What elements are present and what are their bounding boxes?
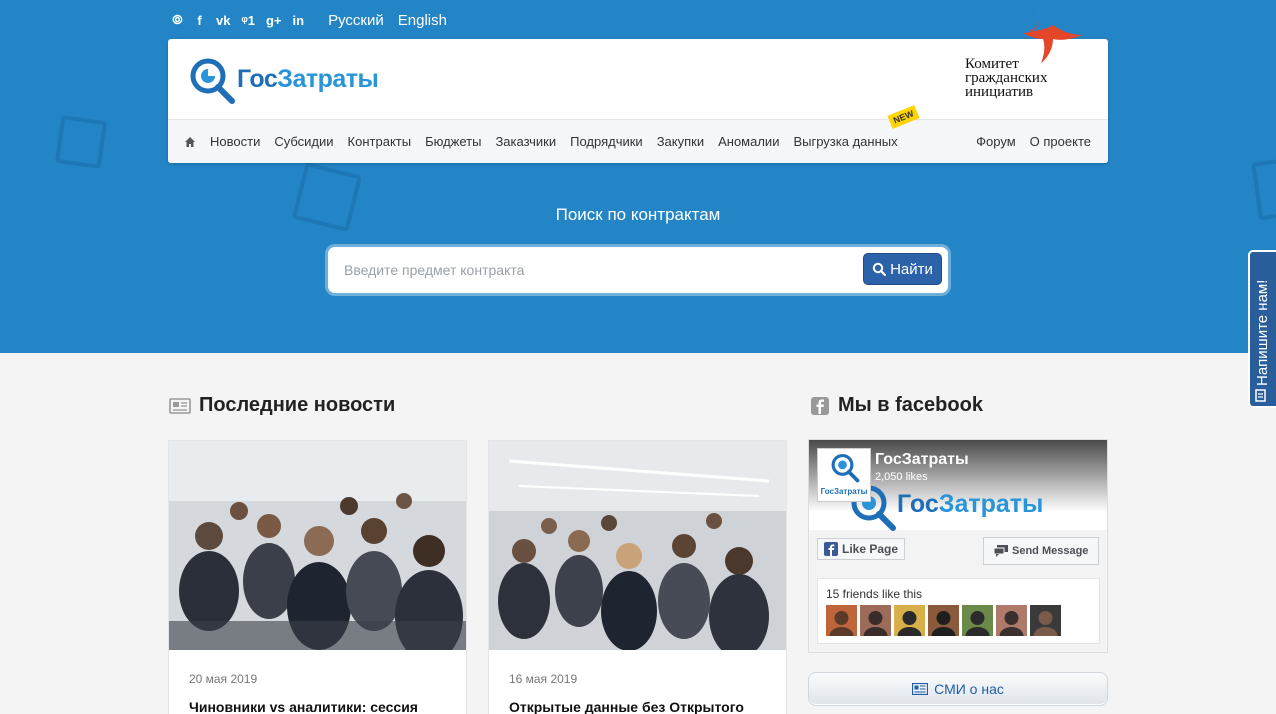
search-button[interactable]: Найти: [863, 253, 942, 285]
partner-line-2: гражданских: [965, 70, 1048, 86]
facebook-icon[interactable]: f: [194, 13, 205, 28]
rss-icon[interactable]: ⦾: [172, 12, 183, 28]
facebook-section-title: Мы в facebook: [810, 394, 983, 417]
social-links: ⦾ f vk ᵠ1 g+ in: [172, 12, 304, 28]
site-logo[interactable]: ГосЗатраты: [188, 57, 398, 105]
facebook-page-name[interactable]: ГосЗатраты: [875, 451, 969, 469]
twitter-icon[interactable]: ᵠ1: [241, 13, 255, 28]
home-icon[interactable]: [184, 136, 196, 148]
facebook-icon: [824, 542, 838, 556]
friend-avatar[interactable]: [928, 605, 959, 636]
search-button-label: Найти: [890, 260, 933, 278]
facebook-friends: 15 friends like this: [817, 578, 1100, 644]
news-card[interactable]: 20 мая 2019 Чиновники vs аналитики: сесс…: [168, 440, 467, 714]
search-icon: [872, 262, 887, 276]
nav-item[interactable]: Заказчики: [495, 134, 556, 149]
facebook-widget: ГосЗатраты ГосЗатраты ГосЗатраты 2,050 l…: [808, 439, 1108, 653]
friend-avatar[interactable]: [962, 605, 993, 636]
background-document-icon: [54, 115, 108, 169]
nav-item[interactable]: Аномалии: [718, 134, 779, 149]
magnifier-logo-icon: [190, 58, 235, 104]
logo-text-part2: Затраты: [277, 65, 379, 93]
cover-logo-part1: Гос: [897, 490, 939, 518]
avatar-logo-text: ГосЗатраты: [820, 487, 868, 496]
feedback-tab[interactable]: Напишите нам!: [1248, 250, 1276, 408]
facebook-likes-count: 2,050 likes: [875, 471, 928, 483]
like-page-label: Like Page: [842, 542, 899, 556]
friend-avatar[interactable]: [894, 605, 925, 636]
nav-items: Новости Субсидии Контракты Бюджеты Заказчики…: [196, 105, 920, 149]
logo-text-part1: Гос: [237, 65, 278, 93]
partner-logo-text: Комитет гражданских инициатив: [965, 56, 1048, 100]
friend-avatar[interactable]: [826, 605, 857, 636]
facebook-section-label: Мы в facebook: [838, 394, 983, 416]
magnifier-logo-icon: [831, 453, 860, 483]
news-section-label: Последние новости: [199, 394, 396, 416]
nav-right-items: Форум О проекте: [962, 134, 1108, 149]
news-photo: [489, 441, 786, 650]
news-date: 20 мая 2019: [189, 672, 258, 686]
nav-item-right[interactable]: О проекте: [1030, 134, 1091, 149]
facebook-page-avatar[interactable]: ГосЗатраты: [817, 448, 871, 502]
send-message-label: Send Message: [1012, 545, 1089, 557]
friend-avatar[interactable]: [860, 605, 891, 636]
friend-avatar[interactable]: [1030, 605, 1061, 636]
partner-line-3: инициатив: [965, 84, 1034, 100]
google-plus-icon[interactable]: g+: [266, 13, 282, 28]
header-card: ГосЗатраты Комитет гражданских инициатив…: [168, 9, 1108, 163]
friend-avatar[interactable]: [996, 605, 1027, 636]
friends-avatars: [826, 605, 1061, 636]
send-message-button[interactable]: Send Message: [983, 537, 1100, 565]
partner-line-1: Комитет: [965, 56, 1019, 72]
new-badge: NEW: [887, 105, 920, 129]
smi-about-us-label: СМИ о нас: [934, 681, 1004, 697]
smi-about-us-button[interactable]: СМИ о нас: [808, 672, 1108, 706]
news-title[interactable]: Открытые данные без Открытого: [509, 699, 744, 714]
search-box: Найти: [328, 247, 948, 293]
nav-item[interactable]: Закупки: [657, 134, 704, 149]
news-date: 16 мая 2019: [509, 672, 578, 686]
top-bar: ⦾ f vk ᵠ1 g+ in Русский English: [172, 10, 447, 30]
lang-russian-link[interactable]: Русский: [328, 12, 384, 29]
nav-item[interactable]: Субсидии: [274, 134, 333, 149]
partner-logo[interactable]: Комитет гражданских инициатив: [965, 7, 1095, 107]
news-title[interactable]: Чиновники vs аналитики: сессия: [189, 699, 418, 714]
linkedin-icon[interactable]: in: [293, 13, 305, 28]
nav-item[interactable]: Подрядчики: [570, 134, 643, 149]
message-icon: [994, 545, 1008, 557]
newspaper-icon: [169, 397, 191, 414]
feedback-tab-label: Напишите нам!: [1254, 279, 1271, 386]
nav-item[interactable]: Выгрузка данных NEW: [793, 105, 920, 149]
news-photo: [169, 441, 466, 650]
main-navigation: Новости Субсидии Контракты Бюджеты Заказчики…: [168, 105, 1108, 163]
nav-item-right[interactable]: Форум: [976, 134, 1016, 149]
search-input[interactable]: [332, 251, 856, 289]
logo-text: ГосЗатраты: [237, 65, 379, 94]
facebook-square-icon: [811, 396, 829, 415]
hero-section: ⦾ f vk ᵠ1 g+ in Русский English ГосЗатраты Ко…: [0, 0, 1276, 353]
facebook-cover: ГосЗатраты ГосЗатраты ГосЗатраты 2,050 l…: [809, 440, 1107, 531]
cover-logo-text: ГосЗатраты: [897, 490, 1043, 519]
vk-icon[interactable]: vk: [216, 13, 230, 28]
news-card[interactable]: 16 мая 2019 Открытые данные без Открытог…: [488, 440, 787, 714]
news-section-title: Последние новости: [169, 394, 395, 417]
cover-logo-part2: Затраты: [938, 490, 1044, 518]
nav-item[interactable]: Новости: [210, 134, 260, 149]
nav-item[interactable]: Бюджеты: [425, 134, 481, 149]
friends-like-label: 15 friends like this: [826, 587, 923, 601]
search-title: Поиск по контрактам: [555, 205, 721, 224]
like-page-button[interactable]: Like Page: [817, 538, 906, 560]
edit-icon: [1255, 389, 1266, 402]
newspaper-icon: [912, 683, 929, 695]
lang-english-link[interactable]: English: [398, 12, 447, 29]
nav-item[interactable]: Контракты: [348, 134, 412, 149]
